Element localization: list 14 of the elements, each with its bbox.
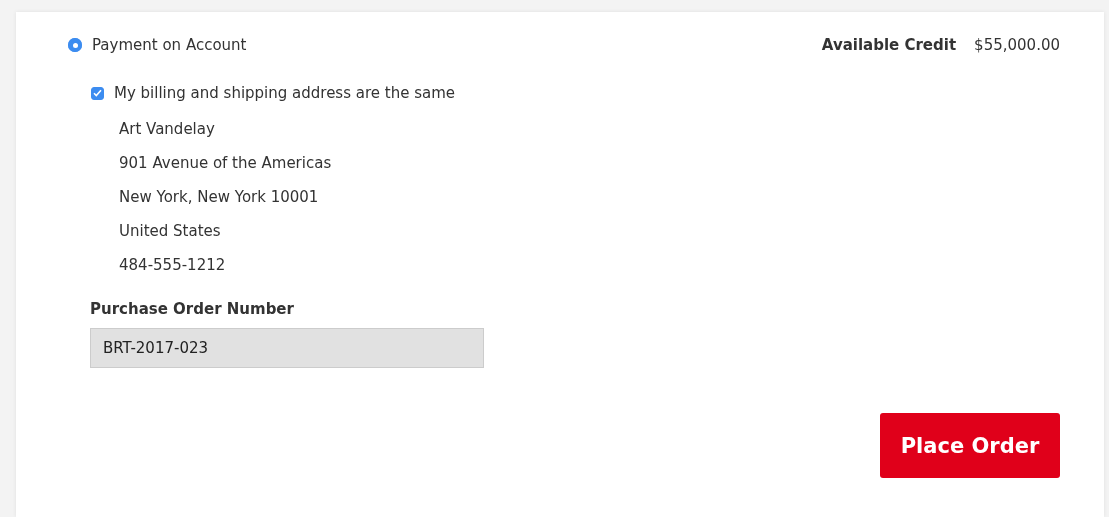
place-order-button[interactable]: Place Order xyxy=(880,413,1060,478)
address-line: United States xyxy=(119,221,222,242)
checkbox-label: My billing and shipping address are the same xyxy=(114,84,455,102)
po-number-field[interactable]: BRT-2017-023 xyxy=(90,328,484,368)
address-line: Art Vandelay xyxy=(119,119,216,140)
field-label: Purchase Order Number xyxy=(90,300,295,318)
radio-label: Payment on Account xyxy=(92,36,247,54)
credit-label: Available Credit xyxy=(821,36,957,54)
credit-amount: $55,000.00 xyxy=(974,36,1060,54)
address-line: 901 Avenue of the Americas xyxy=(119,153,333,174)
checkbox[interactable] xyxy=(91,86,104,100)
radio-button[interactable] xyxy=(68,38,82,52)
address-line: New York, New York 10001 xyxy=(119,187,320,208)
address-line: 484-555-1212 xyxy=(119,255,227,276)
